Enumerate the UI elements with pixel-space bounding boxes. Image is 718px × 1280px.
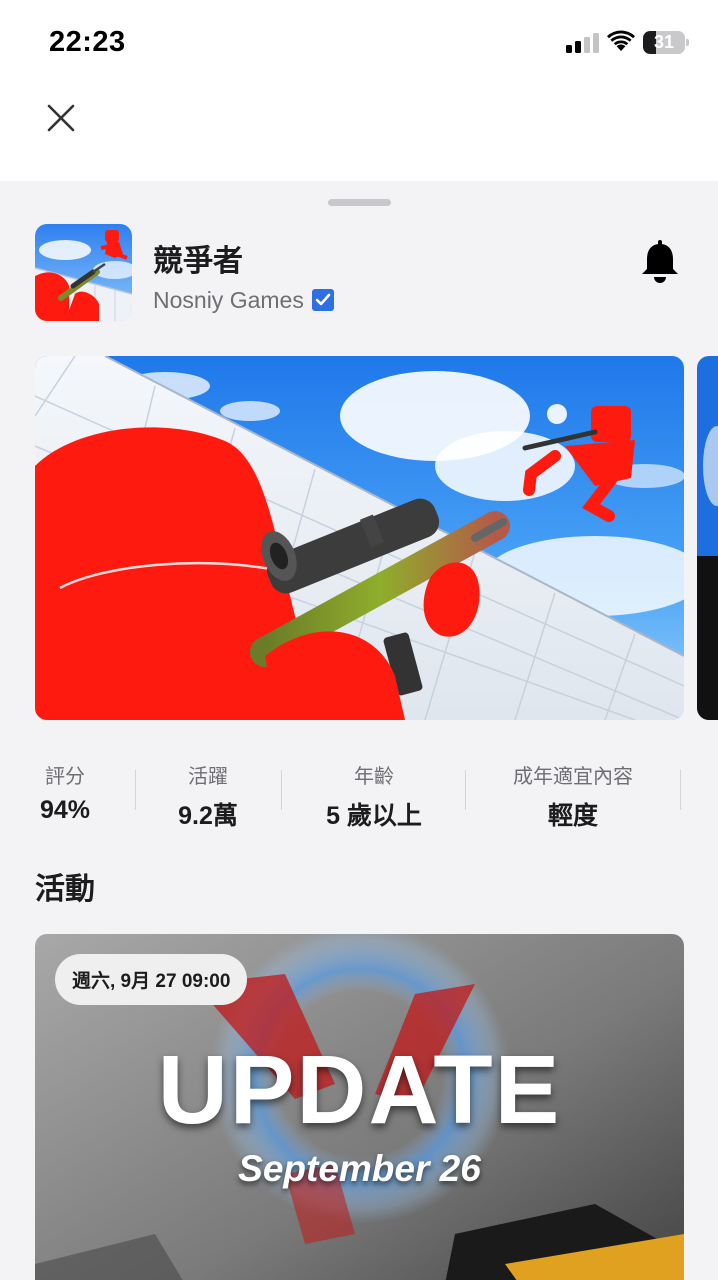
stat-value: 9.2萬 (178, 802, 238, 830)
battery-icon: 31 (643, 31, 689, 54)
stat-active-players: 活躍 9.2萬 (138, 756, 278, 836)
stat-divider (281, 770, 282, 810)
stat-label: 活躍 (188, 764, 228, 788)
developer-row[interactable]: Nosniy Games (153, 285, 334, 315)
stat-value: 94% (39, 796, 91, 824)
stat-rating: 評分 94% (0, 756, 130, 836)
status-bar: 22:23 31 (0, 0, 718, 86)
app-title: 競爭者 (153, 244, 243, 279)
status-time: 22:23 (49, 26, 126, 58)
game-screenshot[interactable] (35, 356, 684, 720)
event-date-badge: 週六, 9月 27 09:00 (55, 954, 248, 1005)
stat-value: 5 歲以上 (326, 802, 422, 830)
stat-label: 評分 (45, 764, 85, 788)
stat-divider (680, 770, 681, 810)
event-subtitle: September 26 (238, 1148, 481, 1189)
battery-level-text: 31 (653, 32, 675, 52)
bell-icon[interactable] (639, 239, 681, 285)
stat-label: 年齡 (354, 764, 394, 788)
signal-icon (566, 33, 600, 53)
events-section-title: 活動 (35, 872, 95, 907)
event-headline: UPDATE (157, 1035, 562, 1144)
developer-name[interactable]: Nosniy Games (153, 287, 304, 314)
game-screenshot-next[interactable] (697, 356, 718, 720)
stat-age-rating: 年齡 5 歲以上 (284, 756, 464, 836)
wifi-icon (607, 30, 635, 51)
close-icon[interactable] (40, 98, 82, 140)
app-icon (35, 224, 132, 321)
stat-divider (135, 770, 136, 810)
stat-maturity: 成年適宜內容 輕度 (468, 756, 678, 836)
stat-divider (465, 770, 466, 810)
stats-row: 評分 94% 活躍 9.2萬 年齡 5 歲以上 成年適宜內容 輕度 (0, 756, 718, 836)
game-detail-sheet: 競爭者 Nosniy Games 評分 94% 活躍 9.2萬 年齡 5 歲以上… (0, 181, 718, 1280)
verified-badge-icon (311, 289, 334, 311)
sheet-grabber[interactable] (328, 199, 391, 206)
stat-label: 成年適宜內容 (513, 764, 633, 788)
stat-value: 輕度 (547, 802, 598, 830)
event-card[interactable]: 週六, 9月 27 09:00 UPDATE September 26 (35, 934, 684, 1280)
